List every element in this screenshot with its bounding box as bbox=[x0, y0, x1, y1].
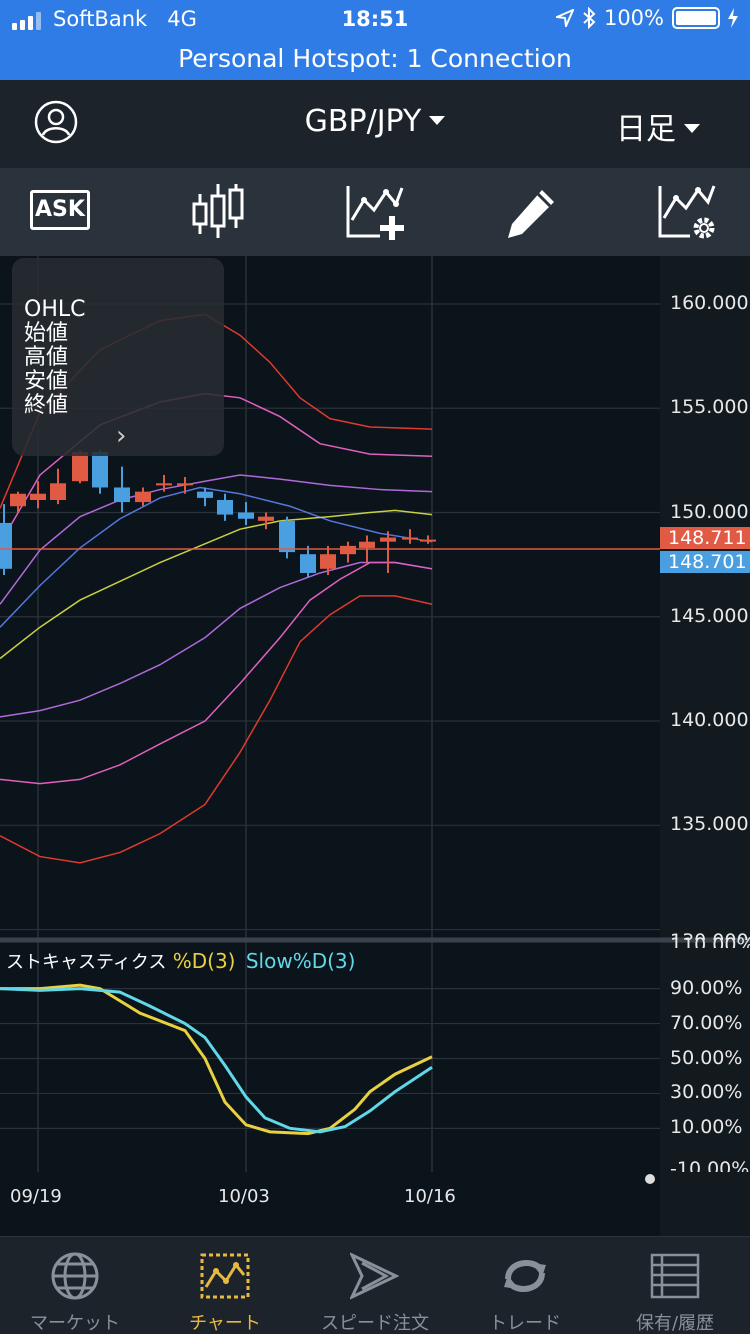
candle-body bbox=[10, 493, 26, 507]
stoch-slow-line bbox=[0, 987, 433, 1134]
ohlc-high: 高値 bbox=[24, 345, 69, 370]
candle-body bbox=[380, 537, 396, 542]
trade-icon bbox=[504, 1260, 546, 1292]
bluetooth-icon bbox=[583, 7, 596, 29]
y-tick-label: 135.000 bbox=[670, 813, 749, 836]
y-tick-label: -10.00% bbox=[670, 1158, 750, 1172]
candlestick-icon[interactable] bbox=[188, 182, 252, 242]
x-tick-label: 09/19 bbox=[10, 1186, 62, 1207]
ohlc-close: 終値 bbox=[24, 393, 69, 418]
chevron-right-icon[interactable]: › bbox=[116, 423, 126, 449]
chart-toolbar: ASK bbox=[0, 168, 750, 256]
candle-body bbox=[258, 516, 274, 521]
candle-body bbox=[359, 541, 375, 548]
moving-average-long bbox=[0, 509, 433, 660]
candle-body bbox=[402, 537, 418, 540]
band-lower-0 bbox=[0, 561, 433, 718]
tab-chart[interactable]: チャート bbox=[150, 1237, 300, 1334]
candle-body bbox=[30, 493, 46, 500]
ohlc-panel[interactable]: OHLC 始値 高値 安値 終値 › bbox=[12, 258, 224, 456]
bid-price-tag: 148.711 bbox=[660, 527, 750, 549]
y-tick-label: 150.000 bbox=[670, 500, 749, 523]
battery-icon bbox=[672, 7, 720, 29]
candle-body bbox=[50, 483, 66, 500]
y-tick-label: 155.000 bbox=[670, 396, 749, 419]
candle-body bbox=[0, 522, 12, 569]
y-tick-label: 30.00% bbox=[670, 1081, 743, 1104]
y-tick-label: 145.000 bbox=[670, 604, 749, 627]
indicator-settings-icon[interactable] bbox=[656, 182, 720, 242]
band-lower-2 bbox=[0, 595, 433, 864]
scroll-indicator[interactable] bbox=[645, 1174, 655, 1184]
candle-body bbox=[177, 483, 193, 486]
candle-body bbox=[156, 483, 172, 486]
candle-body bbox=[420, 539, 436, 542]
candle-body bbox=[114, 487, 130, 503]
ohlc-title: OHLC bbox=[24, 297, 86, 322]
battery-percent: 100% bbox=[603, 6, 664, 30]
pencil-icon[interactable] bbox=[500, 182, 564, 242]
charging-icon bbox=[728, 8, 738, 28]
chevron-down-icon bbox=[429, 116, 446, 125]
candle-body bbox=[135, 491, 151, 503]
add-indicator-icon[interactable] bbox=[344, 182, 408, 242]
y-tick-label: 160.000 bbox=[670, 291, 749, 314]
chart-icon bbox=[200, 1253, 250, 1299]
candle-body bbox=[279, 520, 295, 553]
y-tick-label: 110.00% bbox=[670, 934, 750, 948]
ohlc-low: 安値 bbox=[24, 369, 69, 394]
candle-body bbox=[238, 512, 254, 519]
x-tick-label: 10/16 bbox=[404, 1186, 456, 1207]
tab-market[interactable]: マーケット bbox=[0, 1237, 150, 1334]
candle-body bbox=[320, 554, 336, 569]
y-tick-label: 10.00% bbox=[670, 1116, 743, 1139]
tab-history[interactable]: 保有/履歴 bbox=[600, 1237, 750, 1334]
stochastic-panel bbox=[0, 983, 660, 1136]
y-tick-label: 70.00% bbox=[670, 1011, 743, 1034]
candle-body bbox=[72, 452, 88, 482]
tab-bar: マーケット チャート スピード注文 トレード 保有/履歴 bbox=[0, 1236, 750, 1334]
tab-trade[interactable]: トレード bbox=[450, 1237, 600, 1334]
globe-icon bbox=[51, 1252, 99, 1300]
y-tick-label: 50.00% bbox=[670, 1046, 743, 1069]
candles bbox=[0, 449, 436, 578]
ohlc-open: 始値 bbox=[24, 321, 69, 346]
history-icon bbox=[650, 1253, 700, 1299]
candle-body bbox=[197, 491, 213, 498]
status-bar: SoftBank 4G 18:51 100% bbox=[0, 0, 750, 40]
location-icon bbox=[555, 9, 574, 27]
candle-body bbox=[92, 452, 108, 488]
speed-order-icon bbox=[350, 1252, 400, 1300]
x-tick-label: 10/03 bbox=[218, 1186, 270, 1207]
period-selector[interactable]: 日足 bbox=[616, 104, 700, 148]
indicator-label: ストキャスティクス %D(3) Slow%D(3) bbox=[6, 949, 356, 973]
ask-button[interactable]: ASK bbox=[30, 190, 94, 234]
candle-body bbox=[340, 545, 356, 555]
ask-label: ASK bbox=[30, 190, 90, 230]
y-tick-label: 140.000 bbox=[670, 709, 749, 732]
y-tick-label: 90.00% bbox=[670, 976, 743, 999]
chevron-down-icon bbox=[684, 124, 700, 133]
candle-body bbox=[300, 554, 316, 573]
candle-body bbox=[217, 499, 233, 515]
hotspot-banner[interactable]: Personal Hotspot: 1 Connection bbox=[0, 40, 750, 80]
chart-header: GBP/JPY 日足 bbox=[0, 80, 750, 168]
ask-price-tag: 148.701 bbox=[660, 551, 750, 573]
tab-speed-order[interactable]: スピード注文 bbox=[300, 1237, 450, 1334]
